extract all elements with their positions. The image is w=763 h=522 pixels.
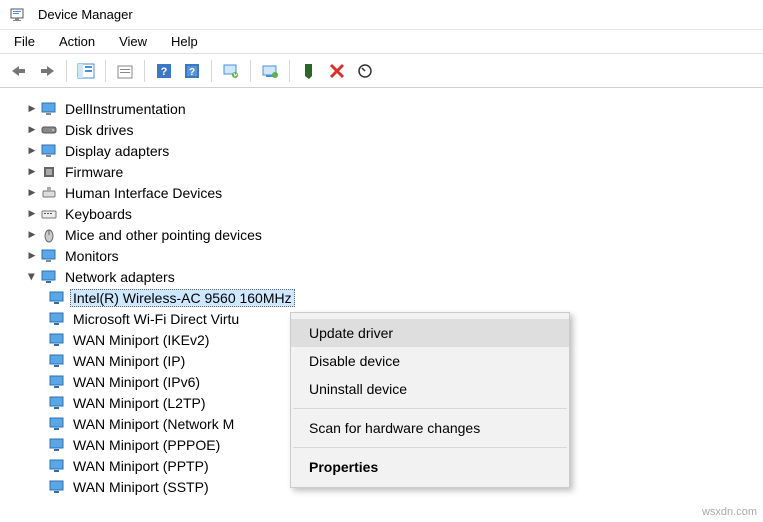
expand-icon[interactable]: ▶ <box>24 185 40 201</box>
network-adapter-icon <box>48 478 66 496</box>
mouse-icon <box>40 226 58 244</box>
toolbar-separator <box>211 60 212 82</box>
expand-icon[interactable]: ▶ <box>24 143 40 159</box>
keyboard-icon <box>40 205 58 223</box>
tree-category[interactable]: ▶ Human Interface Devices <box>8 182 763 203</box>
category-label: DellInstrumentation <box>62 100 189 118</box>
device-label: WAN Miniport (IKEv2) <box>70 331 212 349</box>
device-label: WAN Miniport (IPv6) <box>70 373 203 391</box>
tree-category[interactable]: ▶ DellInstrumentation <box>8 98 763 119</box>
menu-file[interactable]: File <box>4 32 45 51</box>
properties-button[interactable] <box>112 58 138 84</box>
category-label: Display adapters <box>62 142 172 160</box>
uninstall-button[interactable] <box>324 58 350 84</box>
watermark: wsxdn.com <box>702 506 757 518</box>
disable-button[interactable] <box>296 58 322 84</box>
back-button[interactable] <box>6 58 32 84</box>
category-label: Keyboards <box>62 205 135 223</box>
enable-button[interactable] <box>352 58 378 84</box>
tree-category[interactable]: ▶ Keyboards <box>8 203 763 224</box>
chip-icon <box>40 163 58 181</box>
expand-icon[interactable]: ▶ <box>24 122 40 138</box>
monitor-icon <box>40 247 58 265</box>
device-label: Microsoft Wi-Fi Direct Virtu <box>70 310 242 328</box>
monitor-icon <box>40 142 58 160</box>
toolbar-separator <box>289 60 290 82</box>
network-adapter-icon <box>48 331 66 349</box>
menu-view[interactable]: View <box>109 32 157 51</box>
expand-icon[interactable]: ▶ <box>24 206 40 222</box>
network-icon <box>40 268 58 286</box>
help-button[interactable]: ? <box>151 58 177 84</box>
expand-icon[interactable]: ▶ <box>24 248 40 264</box>
toolbar: ? ? <box>0 54 763 88</box>
network-adapter-icon <box>48 457 66 475</box>
expand-icon[interactable]: ▶ <box>24 101 40 117</box>
svg-text:?: ? <box>161 66 168 78</box>
device-label: WAN Miniport (Network M <box>70 415 237 433</box>
show-hide-tree-button[interactable] <box>73 58 99 84</box>
toolbar-separator <box>250 60 251 82</box>
network-adapter-icon <box>48 394 66 412</box>
device-label: WAN Miniport (PPTP) <box>70 457 212 475</box>
ctx-disable-device[interactable]: Disable device <box>291 347 569 375</box>
toolbar-separator <box>66 60 67 82</box>
menu-help[interactable]: Help <box>161 32 208 51</box>
tree-category[interactable]: ▶ Mice and other pointing devices <box>8 224 763 245</box>
network-adapter-icon <box>48 289 66 307</box>
network-adapter-icon <box>48 436 66 454</box>
tree-category-network[interactable]: ▶ Network adapters <box>8 266 763 287</box>
device-label: WAN Miniport (L2TP) <box>70 394 209 412</box>
collapse-icon[interactable]: ▶ <box>24 269 40 285</box>
expand-icon[interactable]: ▶ <box>24 227 40 243</box>
toolbar-separator <box>144 60 145 82</box>
device-label: WAN Miniport (IP) <box>70 352 188 370</box>
device-label: Intel(R) Wireless-AC 9560 160MHz <box>70 289 295 307</box>
category-label: Monitors <box>62 247 122 265</box>
tree-category[interactable]: ▶ Disk drives <box>8 119 763 140</box>
ctx-uninstall-device[interactable]: Uninstall device <box>291 375 569 403</box>
ctx-separator <box>293 408 567 409</box>
category-label: Human Interface Devices <box>62 184 225 202</box>
menu-action[interactable]: Action <box>49 32 105 51</box>
titlebar: Device Manager <box>0 0 763 30</box>
monitor-icon <box>40 100 58 118</box>
tree-category[interactable]: ▶ Display adapters <box>8 140 763 161</box>
device-manager-icon <box>8 6 26 24</box>
network-adapter-icon <box>48 352 66 370</box>
forward-button[interactable] <box>34 58 60 84</box>
ctx-separator <box>293 447 567 448</box>
scan-hardware-button[interactable] <box>218 58 244 84</box>
tree-category[interactable]: ▶ Firmware <box>8 161 763 182</box>
window-title: Device Manager <box>38 7 133 22</box>
device-label: WAN Miniport (PPPOE) <box>70 436 223 454</box>
svg-text:?: ? <box>189 67 195 78</box>
category-label: Network adapters <box>62 268 178 286</box>
tree-category[interactable]: ▶ Monitors <box>8 245 763 266</box>
expand-icon[interactable]: ▶ <box>24 164 40 180</box>
network-adapter-icon <box>48 373 66 391</box>
category-label: Firmware <box>62 163 126 181</box>
update-driver-button[interactable] <box>257 58 283 84</box>
disk-icon <box>40 121 58 139</box>
context-menu: Update driver Disable device Uninstall d… <box>290 312 570 488</box>
ctx-update-driver[interactable]: Update driver <box>291 319 569 347</box>
menubar: File Action View Help <box>0 30 763 54</box>
category-label: Disk drives <box>62 121 136 139</box>
help-topics-button[interactable]: ? <box>179 58 205 84</box>
ctx-scan-hardware[interactable]: Scan for hardware changes <box>291 414 569 442</box>
hid-icon <box>40 184 58 202</box>
network-adapter-icon <box>48 415 66 433</box>
network-adapter-icon <box>48 310 66 328</box>
ctx-properties[interactable]: Properties <box>291 453 569 481</box>
device-label: WAN Miniport (SSTP) <box>70 478 212 496</box>
tree-device-selected[interactable]: Intel(R) Wireless-AC 9560 160MHz <box>8 287 763 308</box>
toolbar-separator <box>105 60 106 82</box>
category-label: Mice and other pointing devices <box>62 226 265 244</box>
